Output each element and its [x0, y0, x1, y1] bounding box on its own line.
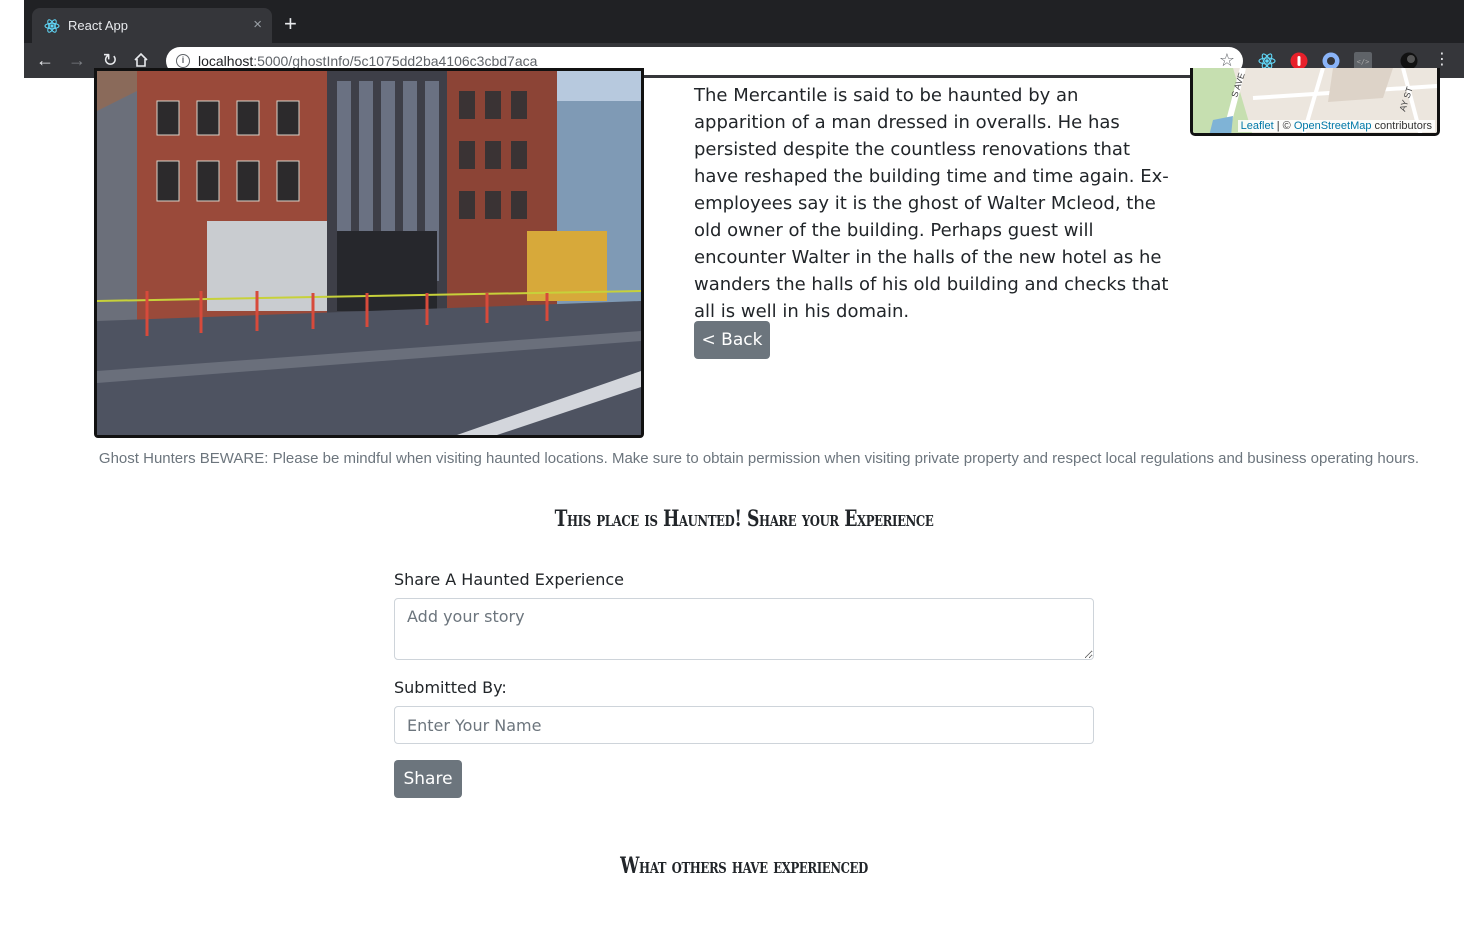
- page-content: The Mercantile is said to be haunted by …: [24, 68, 1464, 928]
- share-button[interactable]: Share: [394, 760, 462, 798]
- map-attribution: Leaflet | © OpenStreetMap contributors: [1237, 120, 1435, 132]
- new-tab-button[interactable]: +: [284, 13, 297, 35]
- url-text: localhost:5000/ghostInfo/5c1075dd2ba4106…: [198, 53, 538, 69]
- back-button[interactable]: < Back: [694, 321, 770, 359]
- tab-title: React App: [68, 18, 128, 33]
- name-input[interactable]: [394, 706, 1094, 744]
- info-icon[interactable]: i: [176, 54, 190, 68]
- ghost-location-photo: [94, 68, 644, 438]
- menu-icon[interactable]: ⋮: [1434, 51, 1450, 69]
- window-edge: [0, 0, 24, 928]
- close-icon[interactable]: ×: [253, 16, 262, 34]
- story-textarea[interactable]: [394, 598, 1094, 660]
- warning-notice: Ghost Hunters BEWARE: Please be mindful …: [98, 450, 1420, 467]
- location-map[interactable]: S AVE AY ST Leaflet | © OpenStreetMap co…: [1190, 68, 1440, 136]
- browser-tab[interactable]: React App ×: [32, 8, 272, 43]
- share-experience-form: Share A Haunted Experience Submitted By:…: [394, 570, 1094, 798]
- ghost-description: The Mercantile is said to be haunted by …: [694, 85, 1169, 322]
- back-arrow-icon[interactable]: ←: [30, 43, 60, 78]
- osm-link[interactable]: OpenStreetMap: [1294, 120, 1372, 132]
- story-label: Share A Haunted Experience: [394, 570, 624, 589]
- submitted-by-label: Submitted By:: [394, 678, 507, 697]
- svg-text:</>: </>: [1357, 58, 1370, 66]
- leaflet-link[interactable]: Leaflet: [1241, 120, 1274, 132]
- forward-arrow-icon[interactable]: →: [62, 43, 92, 78]
- share-heading: This place is Haunted! Share your Experi…: [554, 506, 934, 532]
- others-heading: What others have experienced: [620, 853, 868, 879]
- react-icon: [44, 19, 60, 33]
